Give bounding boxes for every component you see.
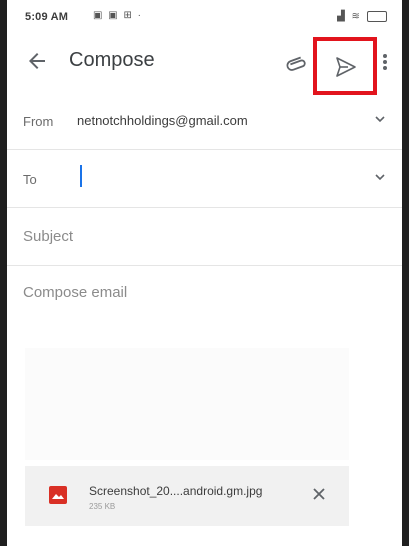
grid-icon: ⊞ bbox=[123, 10, 132, 21]
to-label: To bbox=[23, 172, 37, 187]
chevron-down-icon[interactable] bbox=[373, 112, 387, 126]
image-icon: ▣ bbox=[93, 10, 103, 21]
from-account[interactable]: netnotchholdings@gmail.com bbox=[77, 113, 248, 128]
send-highlight-box bbox=[313, 37, 377, 95]
attachment-file-size: 235 KB bbox=[89, 502, 116, 511]
status-time: 5:09 AM bbox=[25, 11, 69, 23]
compose-body-field[interactable]: Compose email bbox=[23, 284, 127, 301]
attachment-preview bbox=[25, 348, 349, 460]
subject-row[interactable]: Subject bbox=[7, 208, 402, 266]
send-icon[interactable] bbox=[334, 56, 358, 78]
attachment-file-name: Screenshot_20....android.gm.jpg bbox=[89, 484, 263, 498]
more-vert-icon[interactable] bbox=[379, 50, 391, 74]
page-title: Compose bbox=[69, 49, 155, 71]
device-frame-right bbox=[402, 0, 409, 546]
status-left-icons: ▣ ▣ ⊞ · bbox=[93, 10, 144, 21]
compose-screen: 5:09 AM ▣ ▣ ⊞ · ▟ ≋ Compose From netnotc… bbox=[7, 0, 402, 546]
image-icon: ▣ bbox=[108, 10, 118, 21]
dot-icon: · bbox=[137, 10, 141, 21]
status-right-icons: ▟ ≋ bbox=[337, 11, 391, 22]
wifi-icon: ≋ bbox=[351, 11, 360, 23]
signal-icon: ▟ bbox=[337, 11, 345, 23]
attachment-chip[interactable]: Screenshot_20....android.gm.jpg 235 KB bbox=[25, 466, 349, 526]
attach-icon[interactable] bbox=[285, 51, 309, 73]
to-row[interactable]: To bbox=[7, 150, 402, 208]
text-cursor bbox=[80, 165, 82, 187]
status-bar: 5:09 AM ▣ ▣ ⊞ · ▟ ≋ bbox=[7, 0, 402, 34]
from-label: From bbox=[23, 114, 54, 129]
battery-icon bbox=[366, 11, 387, 22]
chevron-down-icon[interactable] bbox=[373, 170, 387, 184]
device-frame-left bbox=[0, 0, 7, 546]
subject-field[interactable]: Subject bbox=[23, 228, 73, 245]
image-file-icon bbox=[49, 486, 67, 504]
app-bar: Compose bbox=[7, 34, 402, 95]
from-row[interactable]: From netnotchholdings@gmail.com bbox=[7, 92, 402, 150]
back-arrow-icon[interactable] bbox=[25, 49, 49, 73]
close-icon[interactable] bbox=[311, 486, 327, 502]
